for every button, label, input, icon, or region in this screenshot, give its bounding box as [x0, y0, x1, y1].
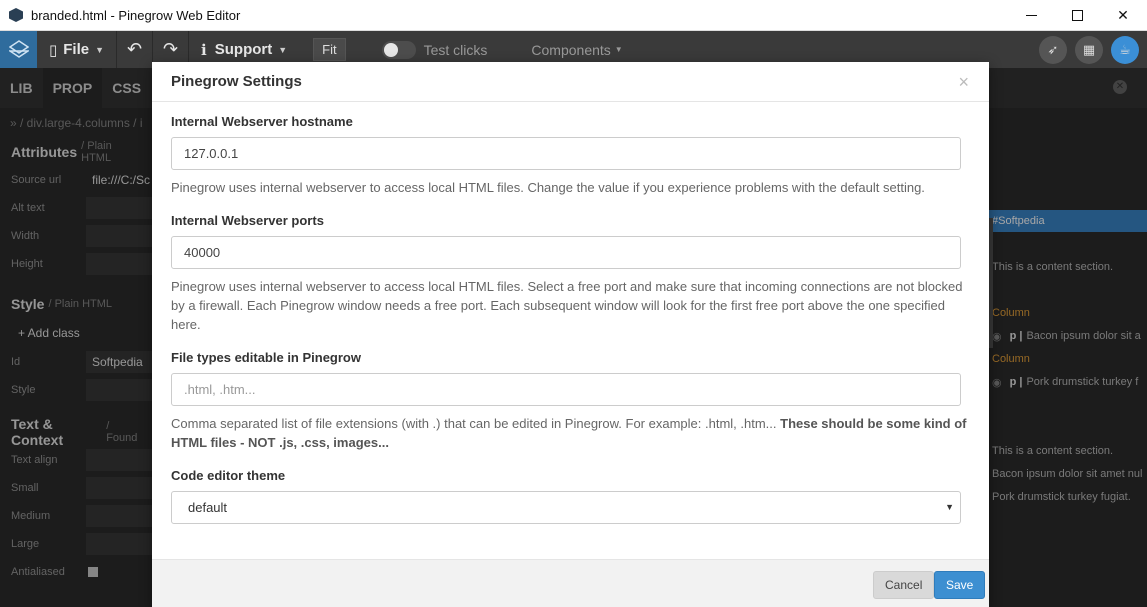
theme-select[interactable]: default ▼ — [171, 491, 961, 524]
redo-icon: ↷ — [162, 39, 179, 59]
modal-body[interactable]: Internal Webserver hostname 127.0.0.1 Pi… — [152, 103, 989, 559]
window-titlebar: branded.html - Pinegrow Web Editor ✕ — [0, 0, 1147, 31]
ports-label: Internal Webserver ports — [171, 213, 324, 228]
pinegrow-logo-icon — [8, 39, 29, 58]
support-menu-label: Support — [214, 41, 273, 58]
modal-title: Pinegrow Settings — [171, 73, 302, 90]
minimize-icon — [1025, 15, 1037, 16]
file-menu-label: File — [63, 41, 90, 58]
layout-button[interactable]: ▦ — [1075, 35, 1103, 64]
modal-header: Pinegrow Settings × — [152, 62, 989, 102]
undo-icon: ↶ — [126, 39, 143, 59]
filetypes-help-text: Comma separated list of file extensions … — [171, 416, 777, 431]
save-button[interactable]: Save — [934, 571, 986, 599]
chevron-down-icon: ▼ — [95, 44, 105, 55]
cancel-button[interactable]: Cancel — [873, 571, 935, 599]
theme-selected-value: default — [188, 500, 228, 515]
settings-modal: Pinegrow Settings × Internal Webserver h… — [152, 62, 989, 607]
close-window-button[interactable]: ✕ — [1100, 0, 1146, 31]
cup-icon: ☕ — [1119, 41, 1131, 57]
rocket-button[interactable]: ➶ — [1039, 35, 1067, 64]
theme-label: Code editor theme — [171, 468, 286, 483]
hostname-label: Internal Webserver hostname — [171, 114, 353, 129]
fit-button[interactable]: Fit — [313, 38, 346, 61]
filetypes-label: File types editable in Pinegrow — [171, 350, 361, 365]
maximize-icon — [1071, 10, 1083, 21]
components-menu[interactable]: Components ▼ — [531, 42, 622, 58]
info-icon: ℹ — [201, 41, 207, 59]
undo-button[interactable]: ↶ — [117, 31, 154, 68]
grid-icon: ▦ — [1082, 41, 1096, 57]
close-icon: ✕ — [1117, 7, 1129, 23]
chevron-down-icon: ▼ — [614, 45, 623, 54]
ports-input[interactable]: 40000 — [171, 236, 961, 269]
hostname-help: Pinegrow uses internal webserver to acce… — [171, 180, 925, 195]
modal-footer: Cancel Save — [152, 559, 989, 607]
ports-help: Pinegrow uses internal webserver to acce… — [171, 279, 963, 332]
chevron-down-icon: ▼ — [278, 44, 288, 55]
maximize-button[interactable] — [1054, 0, 1100, 31]
cup-button[interactable]: ☕ — [1111, 35, 1139, 64]
window-title: branded.html - Pinegrow Web Editor — [31, 7, 241, 23]
file-menu[interactable]: ▯ File ▼ — [37, 31, 118, 68]
toolbar-right-actions: ➶ ▦ ☕ — [1039, 31, 1147, 68]
test-clicks-label: Test clicks — [423, 41, 488, 58]
rocket-icon: ➶ — [1047, 41, 1059, 57]
test-clicks-toggle[interactable] — [381, 40, 416, 59]
pinegrow-logo[interactable] — [0, 31, 37, 68]
hostname-input[interactable]: 127.0.0.1 — [171, 137, 961, 170]
minimize-button[interactable] — [1008, 0, 1054, 31]
file-icon: ▯ — [49, 41, 58, 59]
filetypes-help: Comma separated list of file extensions … — [171, 414, 971, 452]
close-icon[interactable]: × — [958, 72, 969, 93]
chevron-down-icon: ▼ — [945, 502, 954, 512]
components-menu-label: Components — [531, 41, 611, 58]
pinegrow-app-icon — [9, 8, 23, 22]
filetypes-input[interactable]: .html, .htm... — [171, 373, 961, 406]
